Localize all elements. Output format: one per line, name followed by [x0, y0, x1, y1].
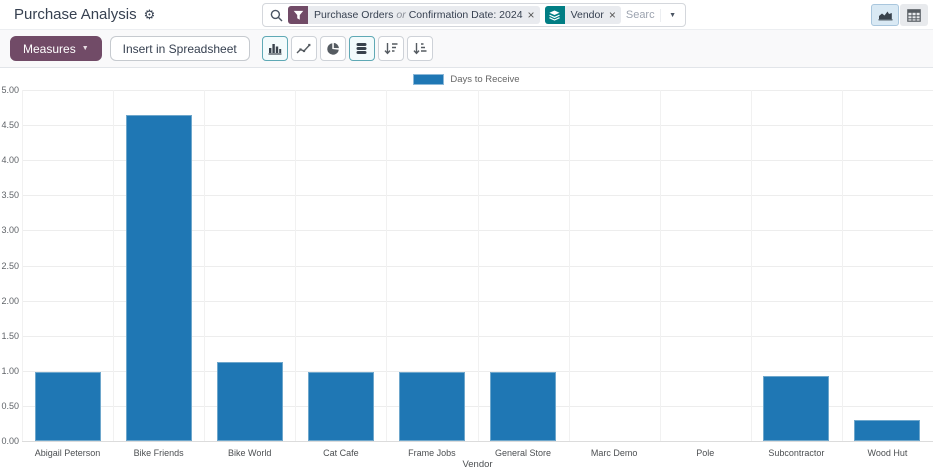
facet-groupby[interactable]: Vendor ×: [545, 6, 621, 24]
stacked-icon: [355, 42, 368, 55]
line-chart-icon: [296, 43, 311, 55]
search-icon: [270, 9, 283, 22]
insert-in-spreadsheet-button[interactable]: Insert in Spreadsheet: [110, 36, 250, 61]
gridline-v: [751, 90, 752, 441]
bar[interactable]: [308, 372, 374, 441]
y-tick-label: 1.00: [0, 366, 19, 376]
view-switcher-pivot[interactable]: [900, 4, 928, 26]
pie-chart-button[interactable]: [320, 36, 346, 61]
bar-chart-icon: [268, 42, 282, 55]
gridline-v: [295, 90, 296, 441]
measures-button[interactable]: Measures ▼: [10, 36, 102, 61]
remove-groupby-icon[interactable]: ×: [608, 6, 621, 24]
y-tick-label: 2.00: [0, 296, 19, 306]
chart-type-buttons: [262, 36, 433, 61]
search-input[interactable]: [626, 9, 655, 21]
graph-view-icon: [878, 9, 893, 21]
y-tick-label: 0.50: [0, 401, 19, 411]
gridline-v: [113, 90, 114, 441]
pivot-view-icon: [907, 9, 921, 22]
gridline-v: [569, 90, 570, 441]
graph-chart: Days to Receive 0.000.501.001.502.002.50…: [0, 68, 933, 470]
y-tick-label: 2.50: [0, 261, 19, 271]
gridline-v: [22, 90, 23, 441]
filter-icon: [288, 6, 308, 24]
view-switcher-graph[interactable]: [871, 4, 899, 26]
bar[interactable]: [217, 362, 283, 441]
search-bar[interactable]: Purchase Orders or Confirmation Date: 20…: [262, 3, 686, 27]
bar[interactable]: [126, 115, 192, 441]
line-chart-button[interactable]: [291, 36, 317, 61]
gridline-h: [22, 441, 933, 442]
y-tick-label: 5.00: [0, 85, 19, 95]
groupby-facet-label: Vendor: [565, 6, 608, 24]
bar[interactable]: [490, 372, 556, 441]
graph-toolbar: Measures ▼ Insert in Spreadsheet: [0, 30, 933, 68]
page-title: Purchase Analysis: [14, 6, 137, 23]
x-tick-label: Bike World: [204, 448, 295, 458]
y-tick-label: 4.00: [0, 155, 19, 165]
stacked-toggle-button[interactable]: [349, 36, 375, 61]
gridline-v: [660, 90, 661, 441]
gridline-v: [204, 90, 205, 441]
bar[interactable]: [399, 372, 465, 441]
layers-icon: [545, 6, 565, 24]
x-tick-label: Cat Cafe: [295, 448, 386, 458]
remove-filter-icon[interactable]: ×: [527, 6, 540, 24]
bar-chart-button[interactable]: [262, 36, 288, 61]
sort-descending-icon: [384, 42, 398, 55]
measures-caret-icon: ▼: [82, 45, 89, 52]
sort-ascending-button[interactable]: [407, 36, 433, 61]
x-tick-label: Abigail Peterson: [22, 448, 113, 458]
y-tick-label: 3.00: [0, 225, 19, 235]
y-tick-label: 1.50: [0, 331, 19, 341]
x-tick-label: General Store: [478, 448, 569, 458]
filter-facet-label: Purchase Orders or Confirmation Date: 20…: [308, 6, 527, 24]
gridline-v: [478, 90, 479, 441]
facet-filter[interactable]: Purchase Orders or Confirmation Date: 20…: [288, 6, 540, 24]
breadcrumb: Purchase Analysis ⚙: [0, 6, 155, 23]
bar[interactable]: [35, 372, 101, 441]
search-dropdown-caret-icon[interactable]: ▼: [660, 9, 679, 22]
y-tick-label: 4.50: [0, 120, 19, 130]
x-tick-label: Wood Hut: [842, 448, 933, 458]
y-tick-label: 3.50: [0, 190, 19, 200]
x-tick-label: Marc Demo: [569, 448, 660, 458]
gridline-v: [842, 90, 843, 441]
bar[interactable]: [763, 376, 829, 441]
x-tick-label: Pole: [660, 448, 751, 458]
y-tick-label: 0.00: [0, 436, 19, 446]
control-panel: Purchase Analysis ⚙ Purchase Orders or C…: [0, 0, 933, 30]
x-tick-label: Subcontractor: [751, 448, 842, 458]
view-switcher: [871, 4, 928, 26]
sort-descending-button[interactable]: [378, 36, 404, 61]
x-axis-title: Vendor: [22, 459, 933, 470]
bar[interactable]: [854, 420, 920, 441]
gridline-v: [386, 90, 387, 441]
action-gear-icon[interactable]: ⚙: [144, 8, 156, 21]
x-tick-label: Bike Friends: [113, 448, 204, 458]
pie-chart-icon: [326, 42, 340, 56]
sort-ascending-icon: [413, 42, 427, 55]
x-tick-label: Frame Jobs: [386, 448, 477, 458]
plot-area: 0.00 0.50 1.00 1.50 2.00 2.50 3.00 3.50 4.00 4.50…: [0, 68, 933, 470]
